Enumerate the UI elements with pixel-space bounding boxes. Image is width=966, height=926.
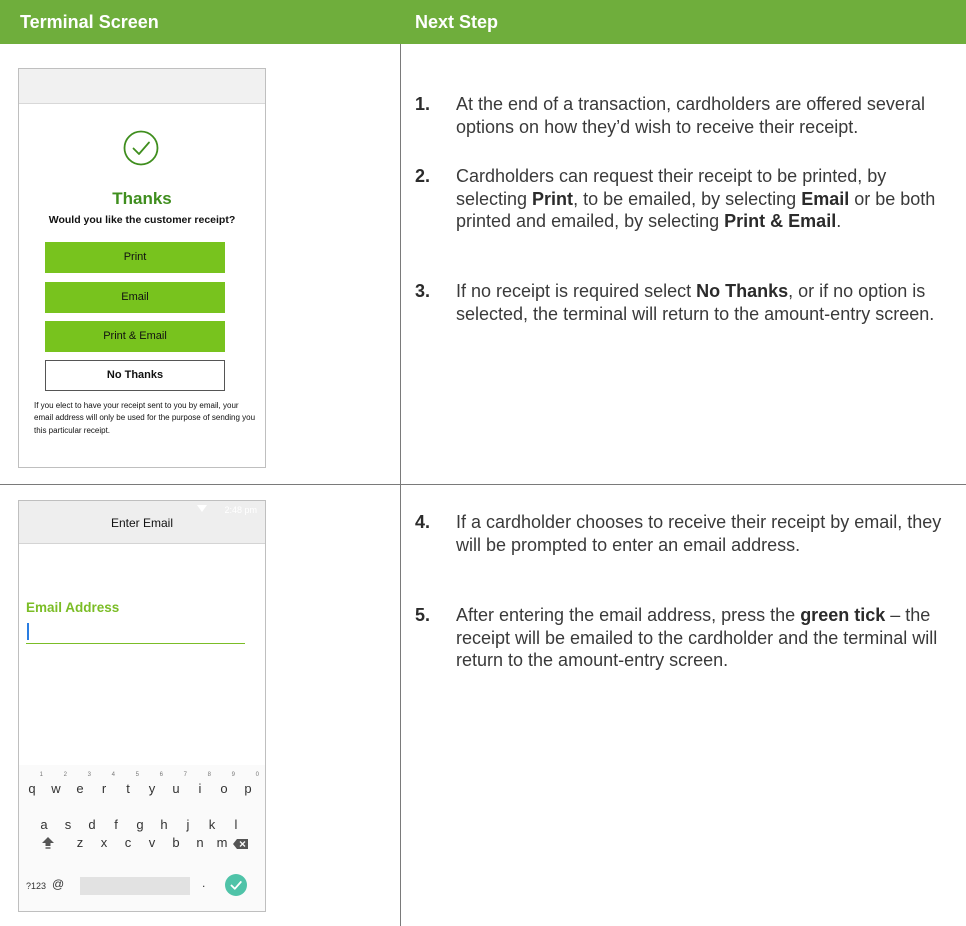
check-circle-icon [123, 130, 159, 166]
step-number: 5. [415, 605, 431, 625]
key-e[interactable]: e3 [70, 772, 91, 801]
step-number: 1. [415, 94, 431, 114]
no-thanks-button[interactable]: No Thanks [45, 360, 225, 391]
status-bar [19, 69, 265, 104]
key-m[interactable]: m [212, 831, 232, 855]
table-header: Terminal Screen Next Step [0, 0, 966, 44]
key-b[interactable]: b [166, 831, 186, 855]
status-time: 2:48 pm [224, 505, 257, 515]
key-n[interactable]: n [190, 831, 210, 855]
step-text: At the end of a transaction, cardholders… [456, 94, 925, 137]
step-text: If a cardholder chooses to receive their… [456, 512, 942, 555]
key-i[interactable]: i8 [190, 772, 211, 801]
backspace-icon[interactable] [233, 839, 248, 849]
terminal-screen-receipt-options: Thanks Would you like the customer recei… [18, 68, 266, 468]
step-text: After entering the email address, press … [456, 605, 938, 670]
key-q[interactable]: q1 [22, 772, 43, 801]
keyboard-row-3: z x c v b n m [19, 831, 265, 855]
title-bar: 2:48 pm Enter Email [19, 501, 265, 544]
terminal-screen-enter-email: 2:48 pm Enter Email Email Address q1 w2 … [18, 500, 266, 912]
receipt-question: Would you like the customer receipt? [48, 214, 236, 226]
email-address-label: Email Address [26, 600, 120, 615]
key-v[interactable]: v [142, 831, 162, 855]
keyboard-row-1: q1 w2 e3 r4 t5 y6 u7 i8 o9 p0 [19, 772, 265, 801]
thanks-heading: Thanks [112, 189, 172, 208]
email-button[interactable]: Email [45, 282, 225, 313]
step-number: 2. [415, 166, 431, 186]
symbols-key[interactable]: ?123 [26, 881, 46, 891]
step-text: Cardholders can request their receipt to… [456, 166, 936, 231]
step-number: 3. [415, 281, 431, 301]
key-c[interactable]: c [118, 831, 138, 855]
key-o[interactable]: o9 [214, 772, 235, 801]
print-and-email-button[interactable]: Print & Email [45, 321, 225, 352]
column-divider [400, 44, 401, 926]
email-address-input[interactable] [26, 643, 245, 644]
privacy-disclaimer: If you elect to have your receipt sent t… [34, 401, 256, 435]
screen-title: Enter Email [110, 516, 174, 530]
key-u[interactable]: u7 [166, 772, 187, 801]
key-p[interactable]: p0 [238, 772, 259, 801]
key-t[interactable]: t5 [118, 772, 139, 801]
key-x[interactable]: x [94, 831, 114, 855]
key-w[interactable]: w2 [46, 772, 67, 801]
key-at[interactable]: @ [52, 877, 64, 891]
row-divider [0, 484, 966, 485]
confirm-check-button[interactable] [225, 874, 247, 896]
column-header-next-step: Next Step [415, 12, 499, 32]
print-button[interactable]: Print [45, 242, 225, 273]
spacebar[interactable] [80, 877, 190, 895]
step-number: 4. [415, 512, 431, 532]
check-icon [230, 881, 242, 890]
step-text: If no receipt is required select No Than… [456, 281, 935, 324]
on-screen-keyboard: q1 w2 e3 r4 t5 y6 u7 i8 o9 p0 a s d f g … [19, 765, 265, 911]
column-header-terminal-screen: Terminal Screen [20, 12, 159, 32]
wifi-icon [197, 505, 207, 512]
key-dot[interactable]: . [202, 876, 205, 890]
text-cursor [27, 623, 29, 640]
key-z[interactable]: z [70, 831, 90, 855]
key-r[interactable]: r4 [94, 772, 115, 801]
key-y[interactable]: y6 [142, 772, 163, 801]
